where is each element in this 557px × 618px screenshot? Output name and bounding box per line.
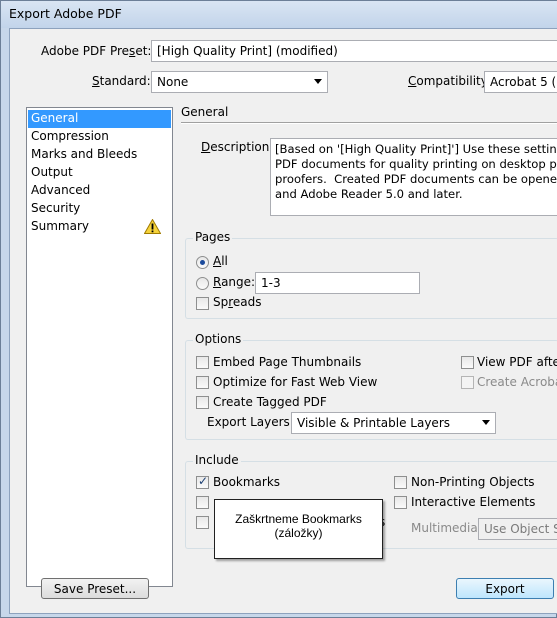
description-line: proofers. Created PDF documents can be o… bbox=[275, 172, 557, 186]
standard-value: None bbox=[157, 75, 189, 89]
pages-group-title: Pages bbox=[193, 230, 233, 244]
create-acrobat-layers-label: Create Acrobat bbox=[477, 375, 557, 389]
view-pdf-after-label[interactable]: View PDF after bbox=[477, 355, 557, 369]
sidebar-item-marks-and-bleeds[interactable]: Marks and Bleeds bbox=[28, 146, 171, 164]
sidebar-item-output[interactable]: Output bbox=[28, 164, 171, 182]
options-group-title: Options bbox=[193, 332, 244, 346]
preset-dropdown[interactable]: [High Quality Print] (modified) bbox=[151, 40, 557, 62]
compatibility-dropdown[interactable]: Acrobat 5 (P bbox=[484, 71, 557, 93]
chevron-down-icon bbox=[482, 420, 490, 425]
multimedia-dropdown: Use Object Se bbox=[478, 518, 557, 540]
sidebar-item-compression[interactable]: Compression bbox=[28, 128, 171, 146]
pages-all-label[interactable]: All bbox=[213, 254, 228, 268]
pages-range-radio[interactable] bbox=[196, 277, 209, 290]
description-line: PDF documents for quality printing on de… bbox=[275, 157, 557, 171]
export-pdf-dialog: Export Adobe PDF Adobe PDF Preset: [High… bbox=[0, 0, 557, 618]
interactive-elements-checkbox[interactable] bbox=[394, 496, 407, 509]
bookmarks-checkbox[interactable] bbox=[196, 474, 209, 489]
create-acrobat-layers-checkbox bbox=[461, 376, 474, 389]
pages-range-label[interactable]: Range: bbox=[213, 275, 255, 289]
bookmarks-label[interactable]: Bookmarks bbox=[213, 475, 280, 489]
save-preset-button[interactable]: Save Preset... bbox=[41, 578, 149, 599]
sidebar-item-summary[interactable]: Summary bbox=[28, 218, 171, 236]
preset-label: Adobe PDF Preset: bbox=[41, 44, 152, 58]
non-printing-objects-checkbox[interactable] bbox=[394, 476, 407, 489]
export-button[interactable]: Export bbox=[456, 578, 554, 599]
compatibility-label: Compatibility: bbox=[408, 74, 492, 88]
sidebar-item-advanced[interactable]: Advanced bbox=[28, 182, 171, 200]
title-bar: Export Adobe PDF bbox=[1, 1, 557, 28]
view-pdf-after-checkbox[interactable] bbox=[461, 356, 474, 369]
sidebar-item-security[interactable]: Security bbox=[28, 200, 171, 218]
description-line: and Adobe Reader 5.0 and later. bbox=[275, 187, 463, 201]
description-line: [Based on '[High Quality Print]'] Use th… bbox=[275, 142, 557, 156]
chevron-down-icon bbox=[314, 79, 322, 84]
include-group-title: Include bbox=[193, 453, 241, 467]
pages-all-radio[interactable] bbox=[196, 256, 209, 269]
interactive-elements-label[interactable]: Interactive Elements bbox=[411, 495, 535, 509]
description-textarea[interactable]: [Based on '[High Quality Print]'] Use th… bbox=[270, 138, 557, 216]
window-title: Export Adobe PDF bbox=[9, 6, 122, 21]
panel-title: General bbox=[181, 105, 229, 119]
sidebar-item-general[interactable]: General bbox=[28, 110, 171, 128]
tagged-pdf-label[interactable]: Create Tagged PDF bbox=[213, 395, 327, 409]
category-list[interactable]: General Compression Marks and Bleeds Out… bbox=[26, 107, 173, 587]
annotation-tooltip: Zaškrtneme Bookmarks (záložky) bbox=[214, 499, 383, 559]
spreads-label[interactable]: Spreads bbox=[213, 295, 262, 309]
visible-guides-checkbox[interactable] bbox=[196, 516, 209, 529]
warning-icon bbox=[144, 219, 161, 234]
embed-thumbnails-label[interactable]: Embed Page Thumbnails bbox=[213, 355, 361, 369]
spreads-checkbox[interactable] bbox=[196, 297, 209, 310]
standard-dropdown[interactable]: None bbox=[151, 71, 328, 93]
optimize-web-checkbox[interactable] bbox=[196, 376, 209, 389]
export-layers-value: Visible & Printable Layers bbox=[297, 416, 450, 430]
sidebar-item-label: Summary bbox=[31, 219, 89, 233]
export-layers-label: Export Layers: bbox=[207, 415, 294, 429]
embed-thumbnails-checkbox[interactable] bbox=[196, 356, 209, 369]
tooltip-line: (záložky) bbox=[274, 526, 323, 540]
optimize-web-label[interactable]: Optimize for Fast Web View bbox=[213, 375, 377, 389]
tooltip-line: Zaškrtneme Bookmarks bbox=[235, 512, 362, 526]
description-label: Description: bbox=[201, 140, 274, 154]
panel-title-divider bbox=[181, 122, 557, 124]
dialog-client-area: Adobe PDF Preset: [High Quality Print] (… bbox=[9, 28, 557, 614]
standard-label: Standard: bbox=[92, 74, 151, 88]
multimedia-label: Multimedia: bbox=[411, 521, 482, 535]
pages-range-input[interactable]: 1-3 bbox=[255, 272, 420, 294]
non-printing-objects-label[interactable]: Non-Printing Objects bbox=[411, 475, 535, 489]
tagged-pdf-checkbox[interactable] bbox=[196, 396, 209, 409]
hyperlinks-checkbox[interactable] bbox=[196, 496, 209, 509]
export-layers-dropdown[interactable]: Visible & Printable Layers bbox=[291, 412, 496, 434]
